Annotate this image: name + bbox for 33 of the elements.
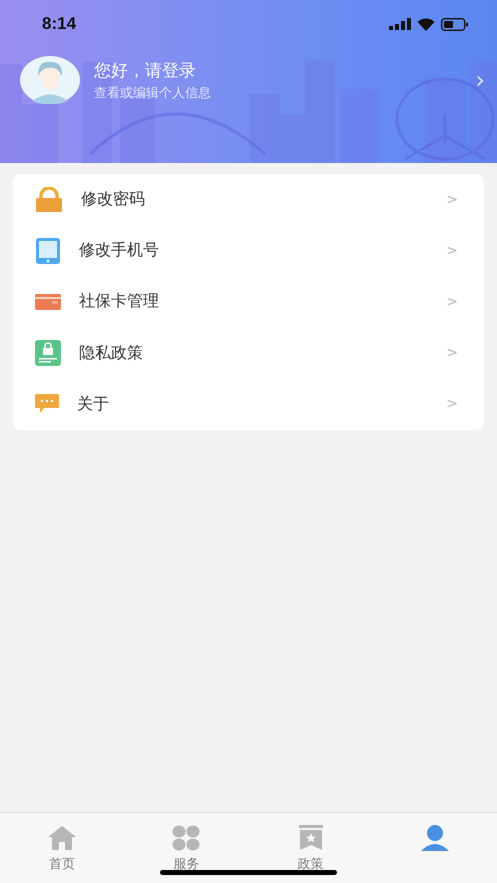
home-icon [47, 825, 78, 851]
menu-item[interactable]: 修改手机号 > [35, 225, 458, 276]
padlock-icon [35, 186, 63, 213]
tablet-icon [35, 238, 61, 264]
avatar-icon[interactable] [20, 56, 80, 104]
battery-icon [441, 18, 469, 30]
tab[interactable]: 首页 [0, 813, 124, 883]
chevron-icon: > [446, 242, 458, 259]
tab[interactable]: 服务 [124, 813, 248, 883]
menu-item[interactable]: 社保卡管理 > [35, 276, 458, 328]
bookmark-star-icon [298, 825, 323, 851]
card-icon [35, 294, 61, 310]
profile-subtitle: 查看或编辑个人信息 [94, 84, 212, 102]
chevron-icon: > [446, 345, 458, 362]
document-lock-icon [35, 340, 61, 366]
chevron-icon: > [446, 396, 458, 412]
chevron-icon: > [446, 192, 458, 208]
wifi-icon [417, 18, 435, 30]
tab[interactable]: 政策 [248, 813, 373, 883]
chat-bubble-icon [35, 394, 59, 414]
menu-label: 关于 [77, 394, 110, 415]
menu-item[interactable]: 修改密码 > [35, 174, 458, 226]
menu-label: 社保卡管理 [79, 291, 160, 312]
chevron-icon: > [446, 294, 458, 310]
grid-icon [172, 825, 200, 851]
menu-label: 隐私政策 [79, 342, 144, 364]
menu-label: 修改密码 [81, 189, 146, 210]
signal-icon [389, 18, 411, 30]
status-time: 8:14 [42, 14, 76, 34]
menu-item[interactable]: 隐私政策 > [35, 328, 458, 379]
person-icon [420, 825, 449, 851]
menu-label: 修改手机号 [79, 240, 160, 262]
menu-item[interactable]: 关于 > [35, 378, 458, 430]
